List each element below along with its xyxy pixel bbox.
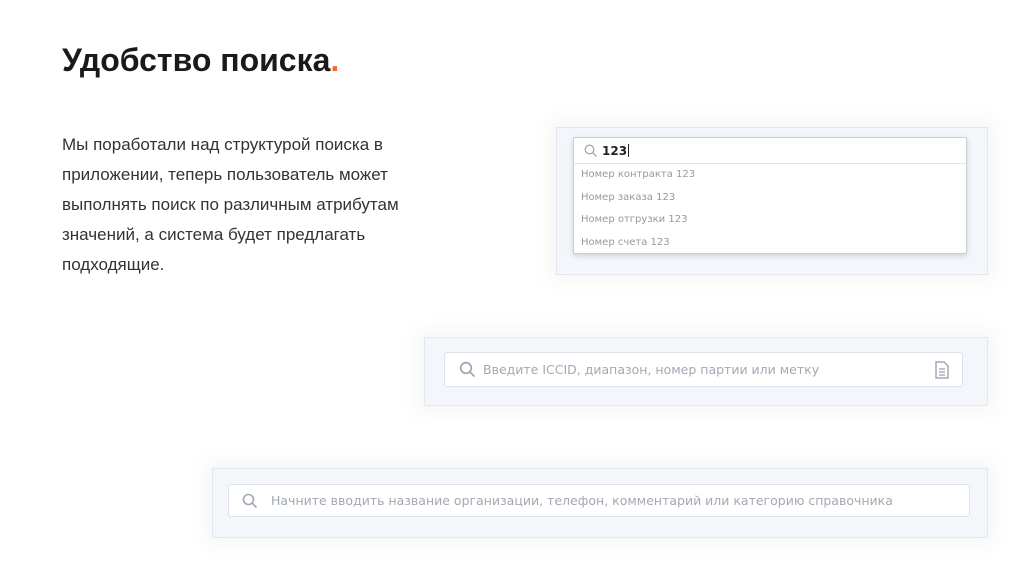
suggestion-item[interactable]: Номер заказа 123 (574, 187, 966, 210)
search-input-1[interactable]: 123 (574, 138, 966, 164)
suggestion-item[interactable]: Номер счета 123 (574, 232, 966, 255)
title-dot: . (330, 42, 340, 78)
search-input-3[interactable]: Начните вводить название организации, те… (228, 484, 970, 517)
search-value: 123 (602, 143, 628, 158)
search-dropdown: 123 Номер контракта 123 Номер заказа 123… (573, 137, 967, 254)
text-caret (628, 144, 630, 157)
search-icon (459, 361, 476, 378)
title-text: Удобство поиска (62, 42, 331, 78)
description: Мы поработали над структурой поиска в пр… (62, 135, 399, 274)
suggestion-item[interactable]: Номер отгрузки 123 (574, 209, 966, 232)
page-title: Удобство поиска. (62, 42, 339, 79)
search-icon (242, 493, 258, 509)
search-placeholder: Введите ICCID, диапазон, номер партии ил… (483, 362, 820, 377)
search-input-2[interactable]: Введите ICCID, диапазон, номер партии ил… (444, 352, 963, 387)
document-icon[interactable] (934, 360, 950, 379)
search-placeholder: Начните вводить название организации, те… (271, 493, 893, 508)
suggestion-item[interactable]: Номер контракта 123 (574, 164, 966, 187)
search-icon (584, 144, 598, 158)
